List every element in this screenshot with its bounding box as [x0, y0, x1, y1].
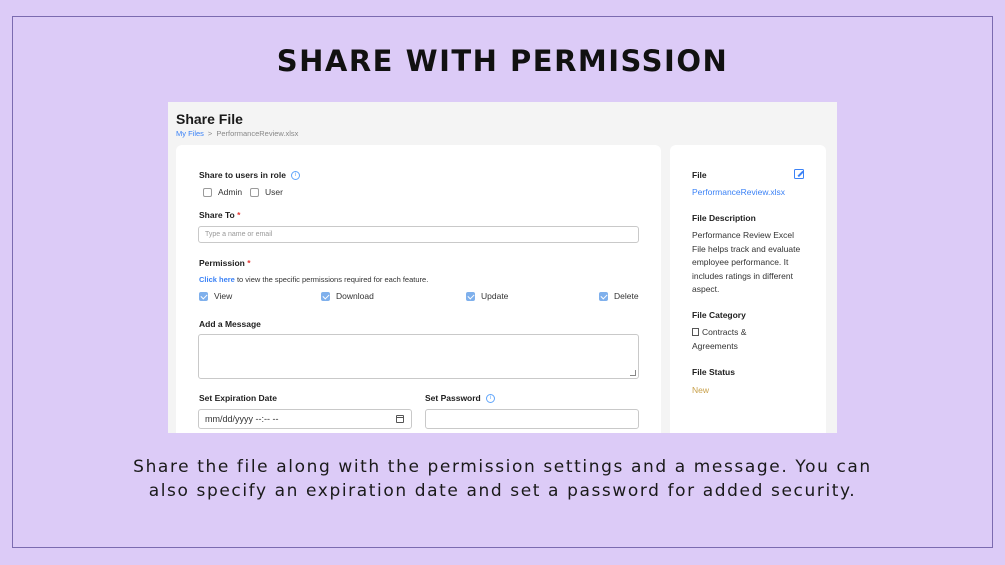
file-details-card: File PerformanceReview.xlsx File Descrip…: [670, 145, 826, 433]
file-status: New: [692, 385, 710, 395]
file-name[interactable]: PerformanceReview.xlsx: [692, 186, 785, 200]
expiration-label: Set Expiration Date: [199, 393, 277, 403]
permission-update-label: Update: [481, 291, 509, 301]
resize-handle-icon[interactable]: [630, 370, 636, 376]
permission-delete-checkbox[interactable]: Delete: [599, 291, 639, 301]
role-user-label: User: [265, 187, 283, 197]
caption-line-1: Share the file along with the permission…: [133, 457, 872, 477]
file-label: File: [692, 170, 707, 180]
file-description-label: File Description: [692, 213, 756, 223]
permission-download-checkbox[interactable]: Download: [321, 291, 374, 301]
file-category: Contracts & Agreements: [692, 326, 782, 353]
file-category-label: File Category: [692, 310, 746, 320]
edit-icon[interactable]: [794, 169, 804, 179]
permission-view-label: View: [214, 291, 233, 301]
role-user-checkbox[interactable]: User: [250, 187, 283, 197]
permission-hint: Click here to view the specific permissi…: [199, 275, 428, 284]
share-to-label: Share To *: [199, 210, 240, 220]
checkbox-icon[interactable]: [250, 187, 259, 197]
permission-delete-label: Delete: [614, 291, 639, 301]
info-icon[interactable]: i: [485, 394, 495, 404]
password-input[interactable]: [425, 409, 639, 429]
calendar-icon[interactable]: [396, 415, 404, 423]
share-role-label-text: Share to users in role: [199, 170, 286, 180]
checkbox-icon[interactable]: [199, 291, 208, 301]
share-role-label: Share to users in role i: [199, 170, 300, 181]
checkbox-icon[interactable]: [466, 291, 475, 301]
password-label: Set Password i: [425, 393, 495, 404]
expiration-date-value: mm/dd/yyyy --:-- --: [205, 414, 279, 424]
message-label: Add a Message: [199, 319, 261, 329]
required-mark: *: [247, 258, 251, 268]
permission-update-checkbox[interactable]: Update: [466, 291, 508, 301]
message-textarea[interactable]: [198, 334, 639, 379]
expiration-date-input[interactable]: mm/dd/yyyy --:-- --: [198, 409, 412, 429]
share-form-card: Share to users in role i Admin User Share…: [176, 145, 661, 433]
file-category-text: Contracts & Agreements: [692, 327, 747, 351]
file-status-label: File Status: [692, 367, 735, 377]
password-label-text: Set Password: [425, 393, 481, 403]
breadcrumb-my-files[interactable]: My Files: [176, 129, 204, 138]
slide-headline: SHARE WITH PERMISSION: [276, 44, 729, 78]
file-description: Performance Review Excel File helps trac…: [692, 230, 801, 294]
permission-hint-text: to view the specific permissions require…: [234, 275, 429, 284]
permission-view-checkbox[interactable]: View: [199, 291, 232, 301]
permission-hint-link[interactable]: Click here: [199, 275, 235, 284]
permission-download-label: Download: [336, 291, 374, 301]
share-to-label-text: Share To: [199, 210, 235, 220]
breadcrumb-separator: >: [207, 129, 213, 138]
breadcrumb-current: PerformanceReview.xlsx: [216, 129, 299, 138]
share-to-input[interactable]: Type a name or email: [198, 226, 639, 243]
checkbox-icon[interactable]: [203, 187, 212, 197]
required-mark: *: [237, 210, 241, 220]
breadcrumb: My Files > PerformanceReview.xlsx: [176, 129, 298, 138]
permission-label-text: Permission: [199, 258, 245, 268]
checkbox-icon[interactable]: [599, 291, 608, 301]
info-icon[interactable]: i: [290, 171, 300, 181]
permission-label: Permission *: [199, 258, 251, 268]
role-admin-label: Admin: [218, 187, 243, 197]
checkbox-icon[interactable]: [321, 291, 330, 301]
caption-line-2: also specify an expiration date and set …: [148, 481, 857, 501]
app-screenshot: Share File My Files > PerformanceReview.xl…: [168, 102, 837, 433]
document-icon: [692, 328, 699, 336]
slide-caption: Share the file along with the permission…: [0, 455, 1005, 503]
role-admin-checkbox[interactable]: Admin: [203, 187, 242, 197]
page-title: Share File: [176, 111, 243, 127]
